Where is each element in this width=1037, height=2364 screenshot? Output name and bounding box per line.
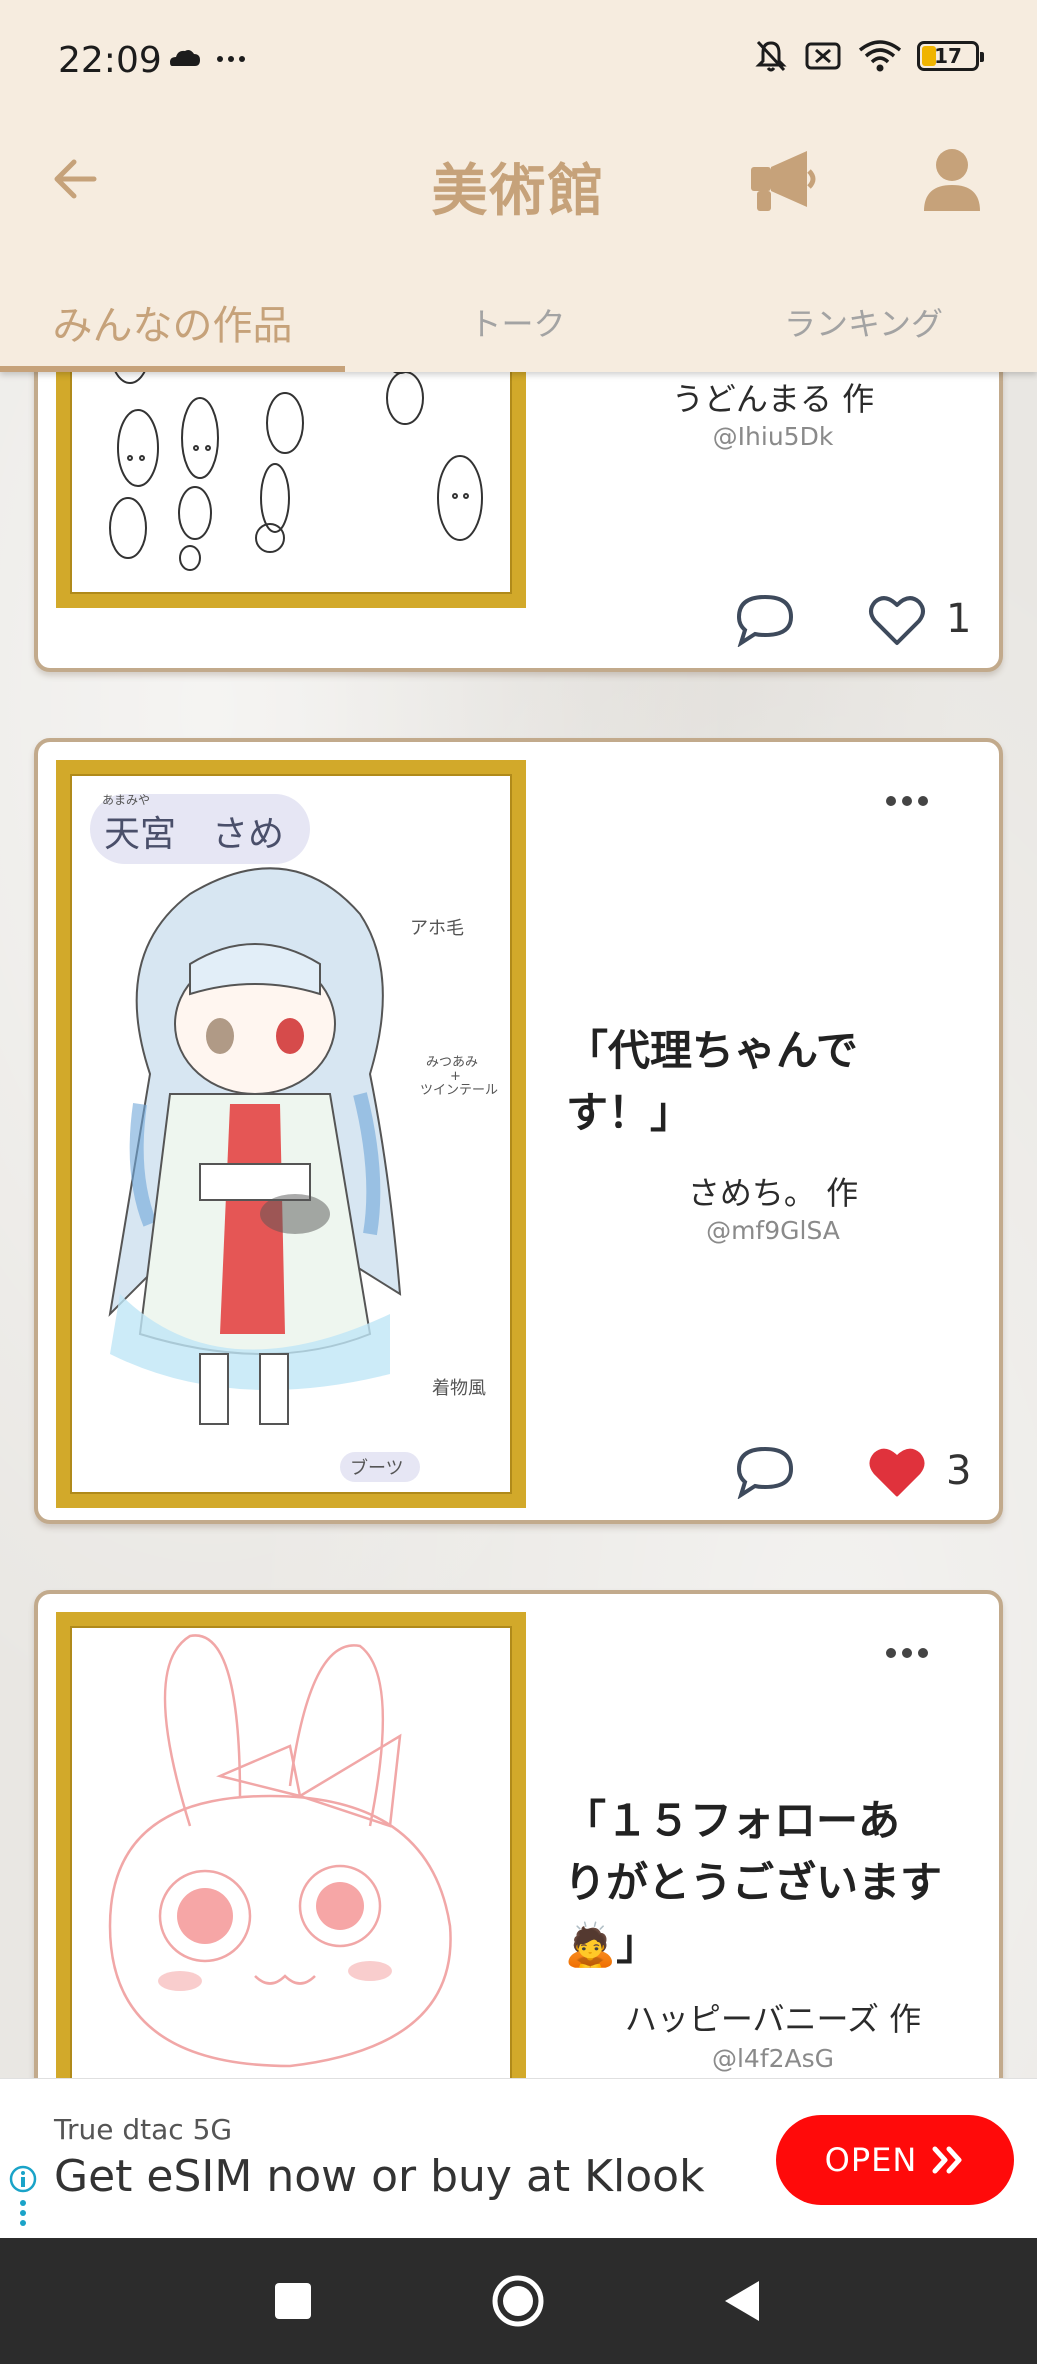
post-title[interactable]: 「代理ちゃんで す！」 xyxy=(566,1020,996,1144)
home-circle-icon xyxy=(492,2275,544,2327)
post-handle[interactable]: @l4f2AsG xyxy=(538,2044,999,2073)
comment-icon xyxy=(736,1446,794,1499)
post-author: ハッピーバニーズ 作 xyxy=(624,2000,922,2038)
artwork-name-ruby: あまみや xyxy=(102,793,150,807)
ad-headline[interactable]: Get eSIM now or buy at Klook xyxy=(54,2151,705,2202)
header: 22:09 17 美術館 みんなの作品 トーク ランキング xyxy=(0,0,1037,372)
ad-advertiser: True dtac 5G xyxy=(54,2113,233,2146)
more-horizontal-icon xyxy=(886,1648,928,1658)
post-title-line: 「１５フォローあ xyxy=(564,1796,901,1845)
post-menu-button[interactable] xyxy=(877,786,937,816)
profile-button[interactable] xyxy=(912,140,992,220)
system-nav-bar xyxy=(0,2238,1037,2364)
like-button[interactable] xyxy=(864,1442,930,1502)
profile-icon xyxy=(924,149,980,211)
like-button[interactable] xyxy=(864,590,930,650)
tab-indicator xyxy=(0,366,345,372)
system-back-button[interactable] xyxy=(708,2266,778,2336)
battery-level: 17 xyxy=(934,44,962,68)
recents-button[interactable] xyxy=(258,2266,328,2336)
artwork-note-boots: ブーツ xyxy=(350,1457,404,1479)
anime-girl-artwork: あまみや 天宮 さめ アホ毛 みつあみ + ツインテール 着物風 ブーツ xyxy=(90,793,498,1482)
battery-indicator: 17 xyxy=(917,41,984,71)
like-count: 3 xyxy=(946,1448,972,1494)
artwork-note-twintail: ツインテール xyxy=(420,1083,498,1098)
ad-open-label: OPEN xyxy=(824,2141,918,2179)
artwork-note-kimono: 着物風 xyxy=(432,1378,486,1399)
post-author: うどんまる 作 xyxy=(671,380,875,418)
ad-info-icon[interactable] xyxy=(8,2165,38,2227)
status-bar: 22:09 17 xyxy=(0,0,1037,124)
cloud-icon xyxy=(170,50,200,66)
bunny-sketch-artwork xyxy=(108,1634,452,2068)
post-handle[interactable]: @Ihiu5Dk xyxy=(538,422,999,451)
ad-banner[interactable]: True dtac 5G Get eSIM now or buy at Kloo… xyxy=(0,2078,1037,2238)
tab-bar: みんなの作品 トーク ランキング xyxy=(0,270,1037,372)
double-chevron-right-icon xyxy=(932,2146,962,2174)
artwork-note-braid: みつあみ xyxy=(426,1055,478,1070)
status-right-icons: 17 xyxy=(753,38,984,74)
artwork-note-ahoge: アホ毛 xyxy=(410,918,464,939)
announcements-button[interactable] xyxy=(744,140,824,220)
home-button[interactable] xyxy=(483,2266,553,2336)
more-dots-icon xyxy=(217,56,245,62)
post-menu-button[interactable] xyxy=(877,1638,937,1668)
tab-talk[interactable]: トーク xyxy=(345,280,690,364)
bell-muted-icon xyxy=(755,40,787,72)
post-author: さめち。 作 xyxy=(687,1174,859,1212)
artwork-frame[interactable]: あまみや 天宮 さめ アホ毛 みつあみ + ツインテール 着物風 ブーツ xyxy=(56,760,526,1508)
post-title-line: 「代理ちゃんで xyxy=(566,1026,858,1075)
comment-button[interactable] xyxy=(732,1442,798,1502)
app-bar: 美術館 xyxy=(0,124,1037,236)
page-title: 美術館 xyxy=(431,159,606,224)
heart-outline-icon xyxy=(869,596,925,645)
post-handle[interactable]: @mf9GlSA xyxy=(538,1216,999,1245)
post-title-line: 🙇」 xyxy=(564,1920,659,1969)
more-horizontal-icon xyxy=(886,796,928,806)
artwork-name: 天宮 さめ xyxy=(104,814,284,855)
ad-open-button[interactable]: OPEN xyxy=(776,2115,1014,2205)
like-count: 1 xyxy=(946,596,972,642)
bowing-emoji: 🙇 xyxy=(564,1920,617,1969)
megaphone-icon xyxy=(751,151,816,211)
wifi-icon xyxy=(858,40,902,72)
status-time: 22:09 xyxy=(58,40,162,81)
tab-everyones-works[interactable]: みんなの作品 xyxy=(0,280,345,364)
post-title-line: りがとうございます xyxy=(564,1858,943,1907)
sim-off-icon xyxy=(805,42,841,70)
tab-ranking[interactable]: ランキング xyxy=(690,280,1037,364)
status-left-icons xyxy=(168,42,248,76)
post-title[interactable]: 「１５フォローあ りがとうございます 🙇」 xyxy=(564,1790,999,1976)
post-card[interactable]: あまみや 天宮 さめ アホ毛 みつあみ + ツインテール 着物風 ブーツ 「代理… xyxy=(34,738,1003,1524)
back-triangle-icon xyxy=(725,2281,759,2321)
artwork-note-plus: + xyxy=(450,1069,461,1084)
heart-filled-icon xyxy=(869,1448,925,1497)
comment-button[interactable] xyxy=(732,590,798,650)
comment-icon xyxy=(736,594,794,647)
post-title-line: す！」 xyxy=(566,1088,693,1137)
recents-square-icon xyxy=(275,2283,311,2319)
